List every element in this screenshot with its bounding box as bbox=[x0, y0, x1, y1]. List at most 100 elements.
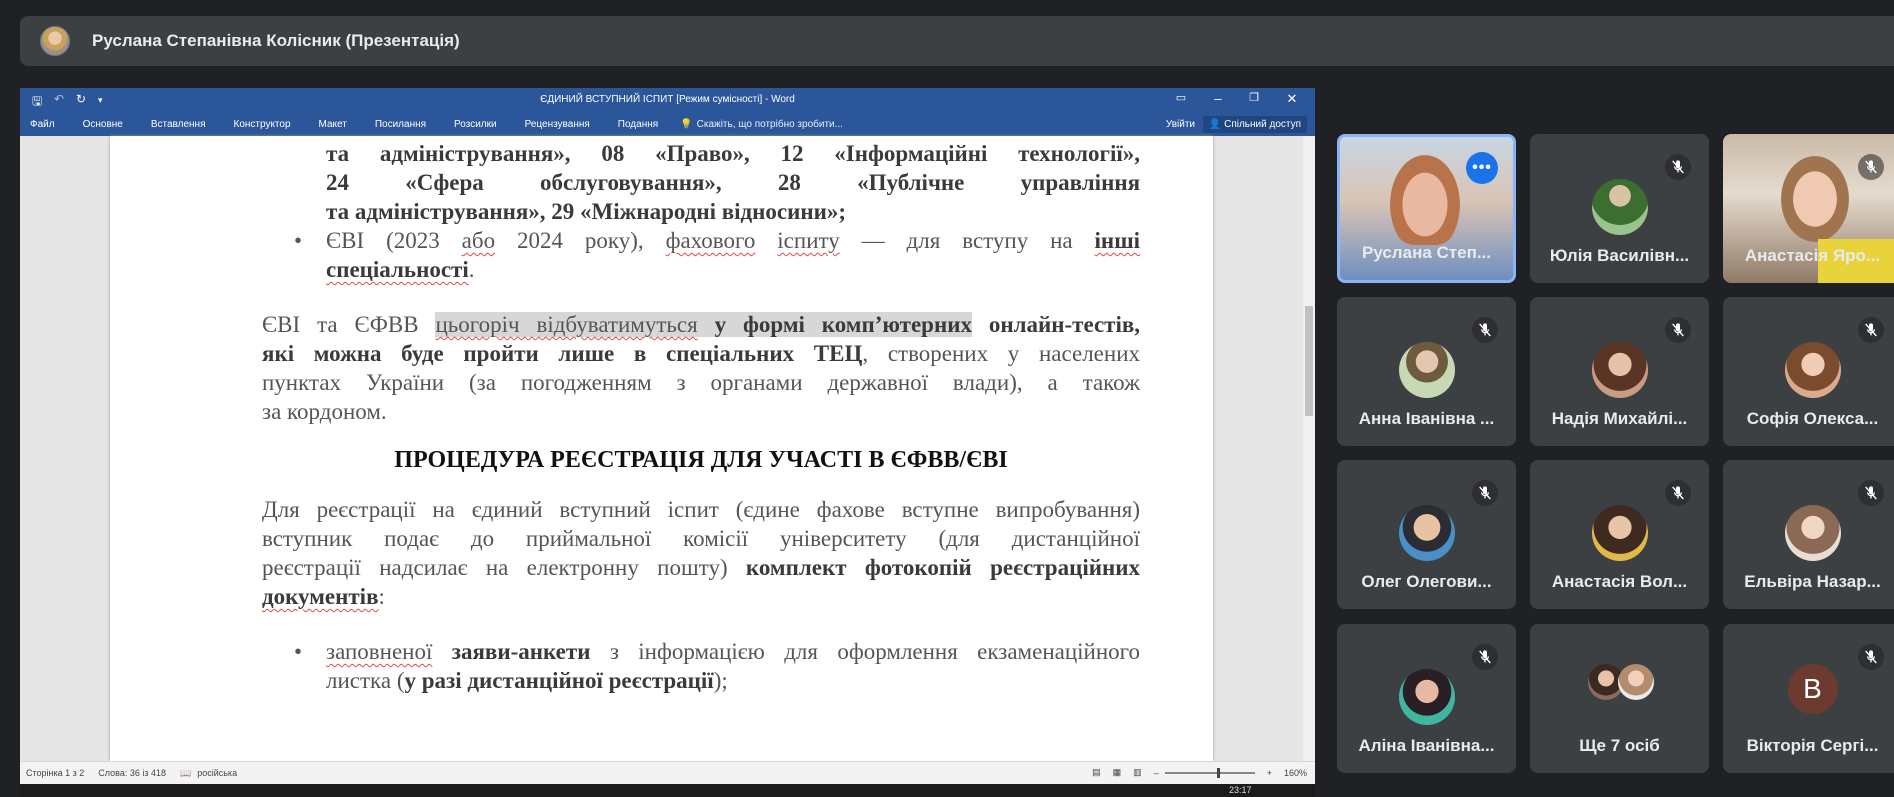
paragraph-2: Для реєстрації на єдиний вступний іспит … bbox=[262, 497, 1140, 609]
participant-name: Надія Михайлі... bbox=[1551, 409, 1688, 428]
sign-in-link[interactable]: Увійти bbox=[1166, 119, 1195, 130]
presenter-name: Руслана Степанівна Колісник (Презентація… bbox=[92, 31, 460, 50]
zoom-in-icon[interactable]: + bbox=[1267, 768, 1272, 778]
document-area[interactable]: та адміністрування», 08 «Право», 12 «Інф… bbox=[20, 136, 1315, 761]
participant-tile[interactable]: Ельвіра Назар... bbox=[1723, 460, 1894, 609]
participant-tile[interactable]: Софія Олекса... bbox=[1723, 297, 1894, 446]
list-item: та адміністрування», 08 «Право», 12 «Інф… bbox=[326, 141, 1140, 166]
bullet-item-cont: спеціальності. bbox=[326, 257, 475, 282]
tab-insert[interactable]: Вставлення bbox=[151, 119, 206, 130]
zoom-out-icon[interactable]: – bbox=[1154, 768, 1159, 778]
list-item: 24 «Сфера обслуговування», 28 «Публічне … bbox=[326, 170, 1141, 195]
avatar bbox=[1398, 505, 1455, 561]
tell-me-text: Скажіть, що потрібно зробити... bbox=[696, 119, 843, 130]
page-count[interactable]: Сторінка 1 з 2 bbox=[26, 768, 84, 778]
participant-name: Ще 7 осіб bbox=[1579, 736, 1660, 755]
participant-tile[interactable]: Анна Іванівна ... bbox=[1337, 297, 1516, 446]
tab-file[interactable]: Файл bbox=[30, 119, 55, 130]
participant-tile[interactable]: Олег Олегови... bbox=[1337, 460, 1516, 609]
participant-tile[interactable]: Анастасія Яро... bbox=[1723, 134, 1894, 283]
print-layout-icon[interactable]: ▦ bbox=[1113, 767, 1122, 778]
avatar bbox=[1618, 664, 1654, 700]
participant-name: Ельвіра Назар... bbox=[1744, 572, 1881, 591]
read-mode-icon[interactable]: ▤ bbox=[1092, 767, 1101, 778]
mic-off-icon bbox=[1472, 317, 1498, 343]
page-content: та адміністрування», 08 «Право», 12 «Інф… bbox=[262, 136, 1140, 695]
zoom-controls: ▤ ▦ ▥ – + 160% bbox=[1086, 767, 1307, 778]
tab-layout[interactable]: Макет bbox=[319, 119, 347, 130]
participant-name: Софія Олекса... bbox=[1746, 409, 1879, 428]
mic-off-icon bbox=[1858, 480, 1884, 506]
more-options-icon[interactable]: ••• bbox=[1466, 152, 1498, 184]
bullet-icon: • bbox=[294, 228, 303, 253]
bullet-item: • ЄВІ (2023 або 2024 року), фахового ісп… bbox=[294, 228, 1140, 253]
scrollbar-thumb[interactable] bbox=[1305, 306, 1313, 416]
proofing-icon[interactable]: 📖 bbox=[180, 768, 191, 779]
share-button[interactable]: 👤 Спільний доступ bbox=[1202, 116, 1307, 133]
participant-name: Аліна Іванівна... bbox=[1358, 736, 1495, 755]
web-layout-icon[interactable]: ▥ bbox=[1133, 767, 1142, 778]
participant-name: Анастасія Вол... bbox=[1551, 572, 1688, 591]
bullet-icon: • bbox=[294, 639, 303, 664]
zoom-level[interactable]: 160% bbox=[1284, 768, 1307, 778]
avatar bbox=[1591, 342, 1648, 398]
avatar bbox=[1398, 342, 1455, 398]
avatar bbox=[1784, 505, 1841, 561]
participant-tile[interactable]: ••• Руслана Степ... bbox=[1337, 134, 1516, 283]
mic-off-icon bbox=[1665, 317, 1691, 343]
participant-tile[interactable]: Ще 7 осіб bbox=[1530, 624, 1709, 773]
paragraph-1: ЄВІ та ЄФВВ цьогоріч відбуватимуться у ф… bbox=[262, 312, 1141, 424]
participant-name: Вікторія Сергі... bbox=[1746, 736, 1879, 755]
tab-view[interactable]: Подання bbox=[618, 119, 658, 130]
mic-off-icon bbox=[1858, 154, 1884, 180]
share-label: Спільний доступ bbox=[1224, 119, 1301, 130]
avatar bbox=[1591, 179, 1648, 235]
presenter-avatar bbox=[40, 26, 70, 56]
avatar bbox=[1398, 669, 1455, 725]
tab-references[interactable]: Посилання bbox=[375, 119, 426, 130]
minimize-button[interactable]: – bbox=[1208, 91, 1228, 106]
ribbon-display-icon[interactable]: ▭ bbox=[1171, 91, 1191, 104]
zoom-slider-thumb[interactable] bbox=[1216, 767, 1220, 778]
taskbar-clock: 23:17 bbox=[1229, 785, 1252, 795]
word-titlebar: 🖫 ↶ ↻ ▾ ЄДИНИЙ ВСТУПНИЙ ІСПИТ [Режим сум… bbox=[20, 88, 1315, 113]
participant-tile[interactable]: Юлія Василівн... bbox=[1530, 134, 1709, 283]
participant-tile[interactable]: Анастасія Вол... bbox=[1530, 460, 1709, 609]
participant-name: Олег Олегови... bbox=[1361, 572, 1492, 591]
participant-name: Анастасія Яро... bbox=[1744, 246, 1881, 265]
mic-off-icon bbox=[1472, 480, 1498, 506]
participant-name: Анна Іванівна ... bbox=[1358, 409, 1495, 428]
participant-tile[interactable]: Надія Михайлі... bbox=[1530, 297, 1709, 446]
bullet-item: • заповненої заяви-анкети з інформацією … bbox=[294, 639, 1141, 664]
participant-name: Руслана Степ... bbox=[1361, 243, 1492, 262]
mic-off-icon bbox=[1472, 644, 1498, 670]
tab-design[interactable]: Конструктор bbox=[234, 119, 291, 130]
word-count[interactable]: Слова: 36 із 418 bbox=[98, 768, 166, 778]
document-title: ЄДИНИЙ ВСТУПНИЙ ІСПИТ [Режим сумісності]… bbox=[540, 94, 795, 105]
zoom-slider[interactable] bbox=[1164, 767, 1255, 778]
person-icon: 👤 bbox=[1208, 119, 1222, 130]
avatar: В bbox=[1787, 664, 1838, 714]
close-button[interactable]: ✕ bbox=[1282, 91, 1302, 107]
vertical-scrollbar[interactable] bbox=[1303, 136, 1315, 761]
section-heading: ПРОЦЕДУРА РЕЄСТРАЦІЯ ДЛЯ УЧАСТІ В ЄФВВ/Є… bbox=[394, 447, 1008, 473]
tell-me-box[interactable]: 💡 Скажіть, що потрібно зробити... bbox=[680, 119, 843, 130]
participant-tile[interactable]: Аліна Іванівна... bbox=[1337, 624, 1516, 773]
language[interactable]: російська bbox=[197, 768, 237, 778]
participant-video bbox=[1390, 155, 1460, 245]
participant-video bbox=[1781, 156, 1849, 242]
avatar bbox=[1591, 505, 1648, 561]
participant-tile[interactable]: В Вікторія Сергі... bbox=[1723, 624, 1894, 773]
list-item: та адміністрування», 29 «Міжнародні відн… bbox=[326, 199, 847, 224]
restore-button[interactable]: ❐ bbox=[1244, 91, 1264, 104]
tab-review[interactable]: Рецензування bbox=[525, 119, 590, 130]
lightbulb-icon: 💡 bbox=[680, 119, 693, 130]
participant-name: Юлія Василівн... bbox=[1549, 246, 1690, 265]
document-page[interactable]: та адміністрування», 08 «Право», 12 «Інф… bbox=[110, 136, 1213, 761]
tab-home[interactable]: Основне bbox=[83, 119, 123, 130]
mic-off-icon bbox=[1665, 154, 1691, 180]
presenter-bar: Руслана Степанівна Колісник (Презентація… bbox=[20, 16, 1894, 66]
tab-mailings[interactable]: Розсилки bbox=[454, 119, 497, 130]
shared-screen: 🖫 ↶ ↻ ▾ ЄДИНИЙ ВСТУПНИЙ ІСПИТ [Режим сум… bbox=[20, 88, 1315, 784]
taskbar: 23:17 bbox=[20, 784, 1315, 797]
